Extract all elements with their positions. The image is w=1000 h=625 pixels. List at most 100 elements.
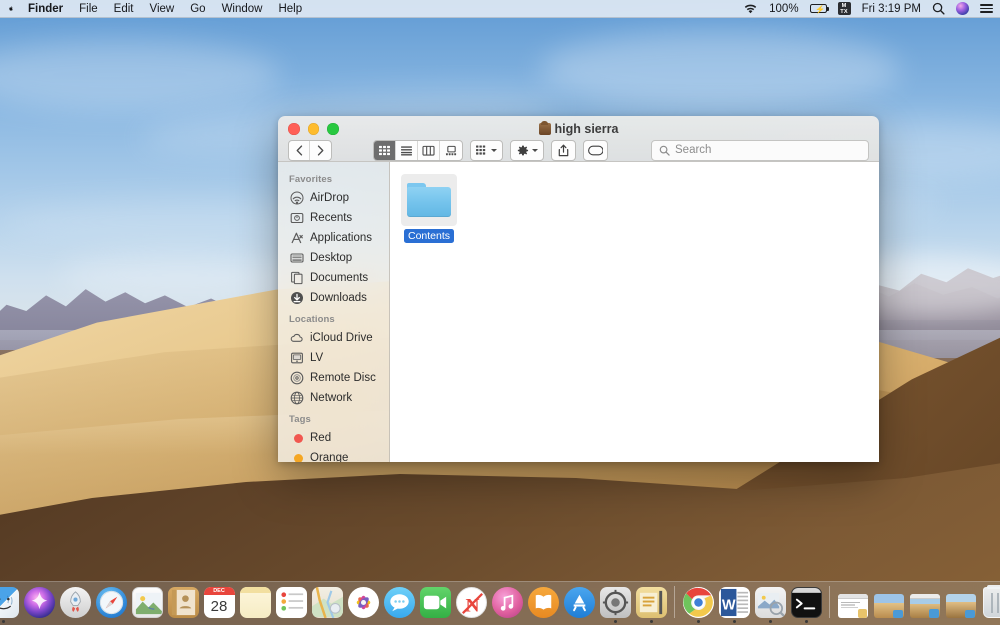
- dock-item-chrome[interactable]: [681, 585, 715, 623]
- menu-item-window[interactable]: Window: [214, 0, 271, 18]
- battery-percentage[interactable]: 100%: [769, 3, 798, 15]
- dock-item-facetime[interactable]: [418, 585, 452, 623]
- sidebar-item-lv[interactable]: LV: [278, 348, 389, 368]
- window-title: high sierra: [278, 121, 879, 136]
- dock-item-photos-app[interactable]: [130, 585, 164, 623]
- dock-item-messages[interactable]: [382, 585, 416, 623]
- dock-item-itunes[interactable]: [490, 585, 524, 623]
- finder-sidebar[interactable]: Favorites AirDrop Recents Applications: [278, 162, 390, 462]
- finder-window[interactable]: high sierra: [278, 116, 879, 462]
- sidebar-item-remote-disc[interactable]: Remote Disc: [278, 368, 389, 388]
- dock-separator: [674, 586, 675, 618]
- dock-item-app-store[interactable]: [562, 585, 596, 623]
- finder-body: Favorites AirDrop Recents Applications: [278, 162, 879, 462]
- dock-item-ibooks[interactable]: [526, 585, 560, 623]
- column-view-button[interactable]: [418, 141, 440, 160]
- sidebar-item-applications[interactable]: Applications: [278, 228, 389, 248]
- dock-item-word[interactable]: W: [717, 585, 751, 623]
- battery-charging-icon[interactable]: ⚡: [810, 4, 827, 13]
- sidebar-item-tag-red[interactable]: Red: [278, 428, 389, 448]
- window-title-text: high sierra: [555, 122, 619, 136]
- dock-item-calendar[interactable]: DEC 28: [202, 585, 236, 623]
- apple-logo-icon[interactable]: [7, 2, 20, 15]
- minimized-window-4[interactable]: [944, 585, 978, 623]
- dock-item-reminders[interactable]: [274, 585, 308, 623]
- dock-item-news[interactable]: N: [454, 585, 488, 623]
- menu-item-edit[interactable]: Edit: [106, 0, 142, 18]
- dock-item-system-preferences[interactable]: [598, 585, 632, 623]
- dock-item-siri[interactable]: [22, 585, 56, 623]
- sidebar-item-desktop[interactable]: Desktop: [278, 248, 389, 268]
- dock-item-safari[interactable]: [94, 585, 128, 623]
- finder-toolbar: Search: [278, 138, 879, 162]
- menu-bar-status-area: 100% ⚡ M TX Fri 3:19 PM: [743, 0, 1000, 17]
- notification-center-icon[interactable]: [980, 4, 993, 13]
- forward-button[interactable]: [310, 141, 331, 160]
- wifi-icon[interactable]: [743, 3, 758, 14]
- dock-item-keynote[interactable]: [634, 585, 668, 623]
- sidebar-item-downloads[interactable]: Downloads: [278, 288, 389, 308]
- dock-item-trash[interactable]: [980, 585, 1000, 623]
- action-menu-button[interactable]: [510, 140, 544, 161]
- dock-item-finder[interactable]: [0, 585, 20, 623]
- input-method-icon[interactable]: M TX: [838, 2, 851, 15]
- file-item-contents[interactable]: Contents: [398, 170, 460, 243]
- dock-item-launchpad[interactable]: [58, 585, 92, 623]
- sidebar-label: Remote Disc: [310, 372, 376, 384]
- applications-icon: [290, 231, 304, 245]
- file-icon-selection: [401, 174, 457, 226]
- menu-item-help[interactable]: Help: [270, 0, 310, 18]
- menu-item-finder[interactable]: Finder: [20, 0, 71, 18]
- dock-item-preview[interactable]: [753, 585, 787, 623]
- sidebar-item-documents[interactable]: Documents: [278, 268, 389, 288]
- siri-icon[interactable]: [956, 2, 969, 15]
- minimized-window-2[interactable]: [872, 585, 906, 623]
- dock-item-contacts[interactable]: [166, 585, 200, 623]
- window-title-bar[interactable]: high sierra: [278, 116, 879, 162]
- dock: DEC 28: [0, 581, 1000, 625]
- sidebar-label: Applications: [310, 232, 372, 244]
- grid-icon: [476, 145, 488, 156]
- sidebar-item-icloud-drive[interactable]: iCloud Drive: [278, 328, 389, 348]
- chevron-down-icon: [491, 149, 497, 152]
- dock-separator-minimized: [829, 586, 830, 618]
- list-view-button[interactable]: [396, 141, 418, 160]
- dock-item-terminal[interactable]: [789, 585, 823, 623]
- view-mode-buttons: [373, 140, 463, 161]
- dock-item-notes[interactable]: [238, 585, 272, 623]
- sidebar-section-favorites: Favorites: [278, 168, 389, 188]
- share-icon: [558, 144, 569, 157]
- running-indicator: [697, 620, 700, 623]
- arrange-by-button[interactable]: [470, 140, 503, 161]
- menu-bar-clock[interactable]: Fri 3:19 PM: [862, 0, 921, 18]
- menu-item-view[interactable]: View: [142, 0, 183, 18]
- minimized-window-1[interactable]: [836, 585, 870, 623]
- share-button[interactable]: [551, 140, 576, 161]
- minimized-window-3[interactable]: [908, 585, 942, 623]
- sidebar-label: Recents: [310, 212, 352, 224]
- tags-button[interactable]: [583, 140, 608, 161]
- calendar-day: 28: [204, 595, 235, 618]
- menu-item-go[interactable]: Go: [182, 0, 213, 18]
- spotlight-search-icon[interactable]: [932, 2, 945, 15]
- icon-view-button[interactable]: [374, 141, 396, 160]
- running-indicator: [2, 620, 5, 623]
- calendar-month: DEC: [204, 587, 235, 595]
- search-input[interactable]: Search: [651, 140, 869, 161]
- sidebar-item-network[interactable]: Network: [278, 388, 389, 408]
- menu-bar: Finder File Edit View Go Window Help 100…: [0, 0, 1000, 18]
- dock-item-maps[interactable]: [310, 585, 344, 623]
- dock-item-photos[interactable]: [346, 585, 380, 623]
- sidebar-label: Downloads: [310, 292, 367, 304]
- finder-file-area[interactable]: Contents: [390, 162, 879, 462]
- sidebar-label: Documents: [310, 272, 368, 284]
- sidebar-item-airdrop[interactable]: AirDrop: [278, 188, 389, 208]
- search-placeholder: Search: [675, 144, 711, 156]
- chevron-down-icon: [532, 149, 538, 152]
- gallery-view-button[interactable]: [440, 141, 462, 160]
- back-button[interactable]: [289, 141, 310, 160]
- sidebar-item-tag-orange[interactable]: Orange: [278, 448, 389, 462]
- menu-item-file[interactable]: File: [71, 0, 106, 18]
- sidebar-item-recents[interactable]: Recents: [278, 208, 389, 228]
- documents-icon: [290, 271, 304, 285]
